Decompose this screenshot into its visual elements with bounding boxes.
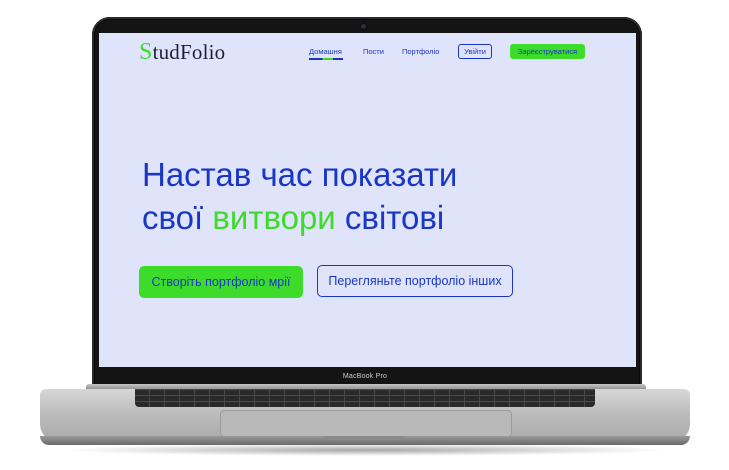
login-button[interactable]: Увійти bbox=[458, 44, 492, 59]
laptop-mockup: StudFolio Домашня Пости Портфоліо Увійти… bbox=[0, 0, 729, 470]
keyboard bbox=[135, 389, 595, 407]
laptop-shadow bbox=[60, 444, 670, 456]
device-model-label: MacBook Pro bbox=[342, 373, 388, 380]
nav-home-label: Домашня bbox=[309, 47, 342, 56]
nav-portfolio-link[interactable]: Портфоліо bbox=[402, 47, 439, 56]
hero-headline: Настав час показати свої витвори світові bbox=[142, 153, 622, 239]
create-portfolio-button[interactable]: Створіть портфоліо мрії bbox=[139, 266, 303, 298]
site-logo[interactable]: StudFolio bbox=[139, 39, 225, 66]
headline-word-after: світові bbox=[344, 199, 445, 236]
lid-opening-notch bbox=[324, 436, 404, 440]
nav-home-link[interactable]: Домашня bbox=[309, 47, 343, 60]
logo-initial: S bbox=[139, 39, 153, 65]
headline-word-before: свої bbox=[142, 199, 204, 236]
headline-line-2: свої витвори світові bbox=[142, 196, 622, 239]
headline-accent-word: витвори bbox=[212, 199, 336, 236]
register-button[interactable]: Зареєструватися bbox=[510, 44, 585, 59]
logo-text: tudFolio bbox=[152, 40, 226, 64]
camera-icon bbox=[361, 24, 366, 29]
screen: StudFolio Домашня Пости Портфоліо Увійти… bbox=[99, 33, 636, 367]
touchpad bbox=[220, 410, 512, 437]
browse-portfolios-button[interactable]: Перегляньте портфоліо інших bbox=[317, 265, 513, 297]
active-nav-underline bbox=[309, 58, 343, 60]
nav-posts-link[interactable]: Пости bbox=[363, 47, 384, 56]
headline-line-1: Настав час показати bbox=[142, 156, 458, 193]
